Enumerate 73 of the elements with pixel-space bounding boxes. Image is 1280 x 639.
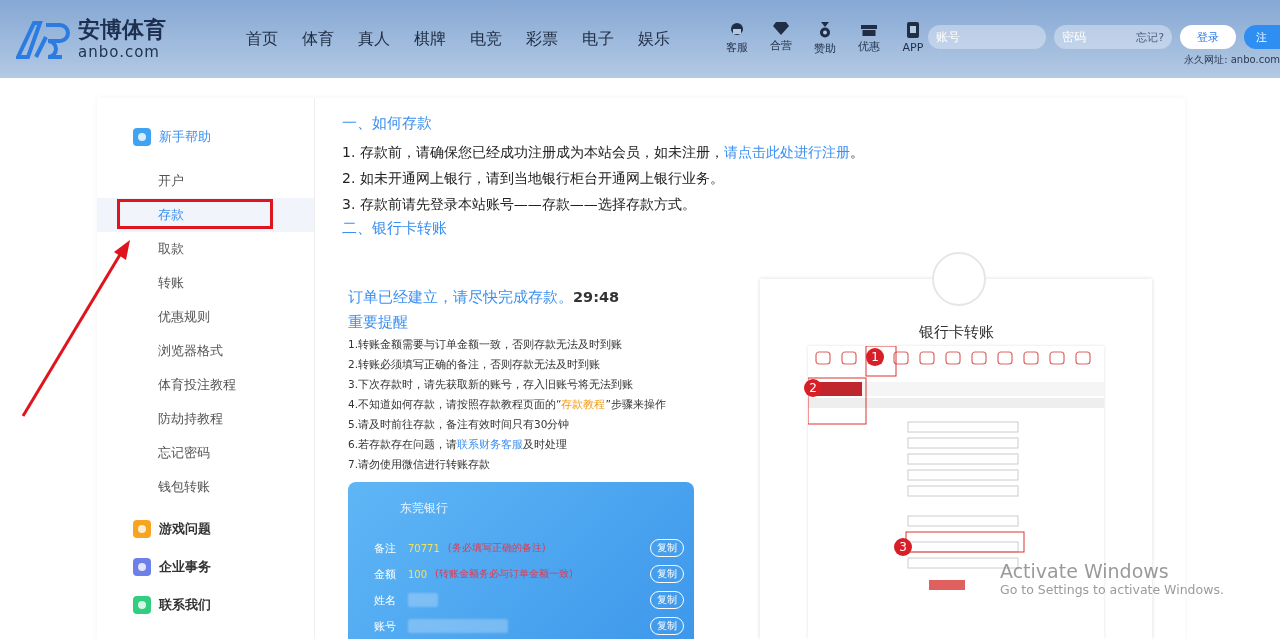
sidebar-group[interactable]: 联系我们	[97, 594, 314, 616]
sidebar-item[interactable]: 防劫持教程	[97, 402, 314, 436]
category-icon	[133, 558, 151, 576]
nav-link[interactable]: 体育	[290, 28, 346, 50]
step-text: 1. 存款前，请确保您已经成功注册成为本站会员，如未注册，请点击此处进行注册。	[342, 143, 865, 162]
category-icon	[133, 520, 151, 538]
category-icon	[133, 596, 151, 614]
sidebar-item[interactable]: 开户	[97, 164, 314, 198]
medal-icon	[818, 22, 832, 38]
logo-icon	[16, 19, 72, 59]
nav-link[interactable]: 电竞	[458, 28, 514, 50]
bank-name: 东莞银行	[399, 500, 449, 517]
quick-link[interactable]: 优惠	[854, 22, 884, 56]
field-value: 100	[408, 568, 428, 580]
sidebar-group[interactable]: 企业事务	[97, 556, 314, 578]
quick-link[interactable]: 赞助	[810, 22, 840, 56]
field-label: 金额	[374, 566, 397, 582]
reminder-title: 重要提醒	[348, 313, 409, 332]
step-text: 2. 如未开通网上银行，请到当地银行柜台开通网上银行业务。	[342, 169, 725, 188]
nav-link[interactable]: 棋牌	[402, 28, 458, 50]
step-text: 3. 存款前请先登录本站账号——存款——选择存款方式。	[342, 195, 697, 214]
gift-icon	[861, 22, 877, 36]
step-marker: 3	[894, 538, 912, 556]
logo-domain: anbo.com	[78, 43, 161, 61]
forgot-link[interactable]: 忘记?	[1136, 30, 1164, 45]
quick-link[interactable]: 客服	[722, 22, 752, 56]
sidebar-item[interactable]: 钱包转账	[97, 470, 314, 504]
reminder-text: 7.请勿使用微信进行转账存款	[348, 457, 492, 472]
sidebar-item[interactable]: 取款	[97, 232, 314, 266]
nav-link[interactable]: 首页	[234, 28, 290, 50]
field-label: 账号	[374, 618, 397, 634]
activation-text: Go to Settings to activate Windows.	[1000, 582, 1224, 597]
sidebar-group[interactable]: 新手帮助	[97, 126, 314, 148]
sidebar-item[interactable]: 忘记密码	[97, 436, 314, 470]
reminder-text: 1.转账金额需要与订单金额一致，否则存款无法及时到账	[348, 337, 624, 352]
blurred-value	[408, 593, 438, 607]
field-label: 姓名	[374, 592, 397, 608]
sidebar-item[interactable]: 转账	[97, 266, 314, 300]
sidebar-item[interactable]: 浏览器格式	[97, 334, 314, 368]
reminder-text: 5.请及时前往存款，备注有效时间只有30分钟	[348, 417, 571, 432]
sidebar-item[interactable]: 优惠规则	[97, 300, 314, 334]
field-note: (务必填写正确的备注)	[447, 541, 546, 555]
quick-link[interactable]: 合营	[766, 22, 796, 56]
login-button[interactable]: 登录	[1180, 25, 1236, 49]
logo-name: 安博体育	[78, 17, 166, 43]
section-title: 二、银行卡转账	[342, 219, 448, 238]
sidebar-item[interactable]: 体育投注教程	[97, 368, 314, 402]
reminder-text: 6.若存款存在问题，请联系财务客服及时处理	[348, 437, 569, 452]
sidebar-group[interactable]: 游戏问题	[97, 518, 314, 540]
reminder-text: 3.下次存款时，请先获取新的账号，存入旧账号将无法到账	[348, 377, 635, 392]
field-note: (转账金额务必与订单金额一致)	[435, 567, 573, 581]
nav-link[interactable]: 娱乐	[626, 28, 682, 50]
field-label: 备注	[374, 540, 397, 556]
phone-icon	[907, 22, 919, 38]
step-marker: 1	[866, 348, 884, 366]
reminder-text: 4.不知道如何存款，请按照存款教程页面的“存款教程”步骤来操作	[348, 397, 667, 412]
nav-link[interactable]: 电子	[570, 28, 626, 50]
nav-link[interactable]: 彩票	[514, 28, 570, 50]
field-value: 70771	[408, 542, 440, 554]
quick-link[interactable]: APP	[898, 22, 928, 56]
order-message: 订单已经建立，请尽快完成存款。	[348, 288, 573, 307]
diamond-icon	[773, 22, 789, 35]
permanent-url: 永久网址: anbo.com	[1184, 53, 1280, 67]
headset-icon	[729, 22, 745, 37]
countdown-timer: 29:48	[573, 289, 620, 305]
step-marker: 2	[804, 379, 822, 397]
category-icon	[133, 128, 151, 146]
nav-link[interactable]: 真人	[346, 28, 402, 50]
reminder-text: 2.转账必须填写正确的备注，否则存款无法及时到账	[348, 357, 602, 372]
example-title: 银行卡转账	[918, 323, 994, 342]
inline-link[interactable]: 联系财务客服	[457, 438, 524, 450]
section-title: 一、如何存款	[342, 114, 433, 133]
activation-title: Activate Windows	[1000, 560, 1170, 582]
